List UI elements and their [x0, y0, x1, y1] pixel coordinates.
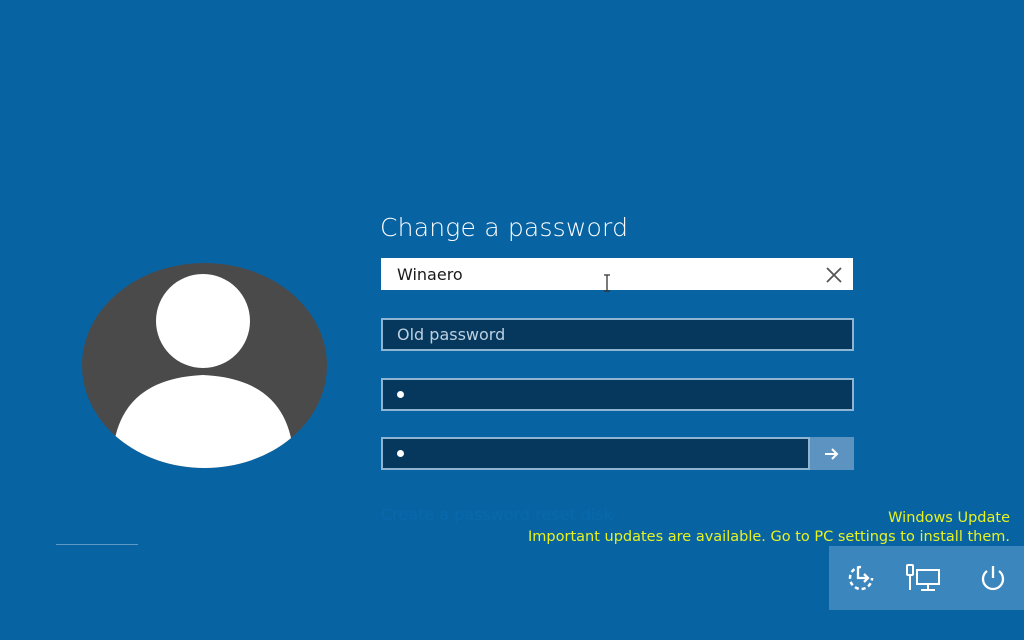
ease-of-access-icon: [848, 565, 874, 591]
notification-message: Important updates are available. Go to P…: [528, 529, 1010, 545]
lock-screen: Change a password Winaero Old password C…: [0, 0, 1024, 640]
confirm-password-field[interactable]: [381, 437, 810, 470]
user-avatar: [82, 263, 327, 468]
close-icon[interactable]: [823, 264, 845, 286]
windows-update-notification[interactable]: Windows Update Important updates are ava…: [528, 509, 1010, 547]
network-icon: [906, 564, 940, 591]
notification-title: Windows Update: [888, 510, 1010, 526]
username-field[interactable]: Winaero: [381, 258, 853, 290]
password-mask-dot: [397, 450, 404, 457]
arrow-right-icon: [825, 447, 839, 460]
power-button[interactable]: [975, 560, 1011, 596]
submit-button[interactable]: [810, 437, 854, 470]
ease-of-access-button[interactable]: [843, 560, 879, 596]
network-button[interactable]: [905, 560, 941, 596]
password-mask-dot: [397, 391, 404, 398]
user-silhouette-icon: [112, 274, 294, 468]
text-cursor-icon: [604, 274, 610, 292]
username-value: Winaero: [397, 265, 463, 284]
divider-line: [56, 544, 138, 545]
system-tray: [829, 546, 1024, 610]
old-password-placeholder: Old password: [397, 325, 506, 344]
new-password-field[interactable]: [381, 378, 854, 411]
power-icon: [981, 566, 1005, 591]
old-password-field[interactable]: Old password: [381, 318, 854, 351]
page-title: Change a password: [380, 213, 629, 242]
